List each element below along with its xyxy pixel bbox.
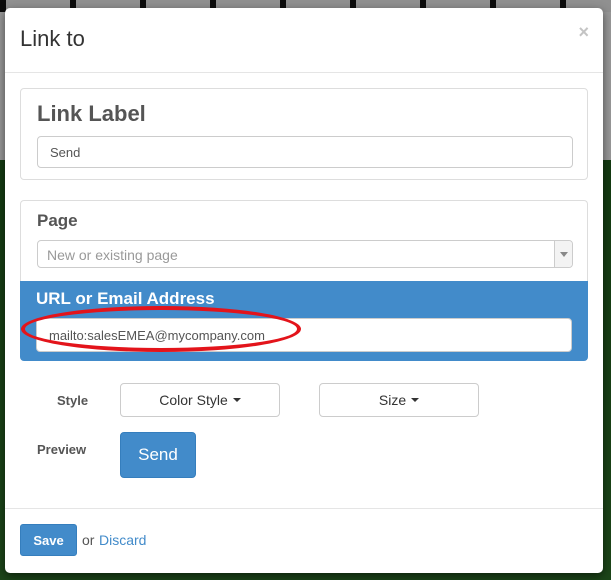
- page-select-placeholder: New or existing page: [47, 247, 178, 263]
- preview-label: Preview: [37, 442, 87, 457]
- link-to-modal: Link to × Link Label Page New or existin…: [5, 8, 603, 573]
- discard-link[interactable]: Discard: [99, 532, 146, 548]
- color-style-dropdown[interactable]: Color Style: [120, 383, 280, 417]
- page-select-toggle[interactable]: [554, 241, 572, 267]
- caret-down-icon: [232, 398, 241, 402]
- link-label-panel: Link Label: [20, 88, 588, 180]
- page-heading: Page: [37, 211, 78, 230]
- modal-header: Link to ×: [5, 8, 603, 73]
- size-label: Size: [378, 392, 407, 408]
- chevron-down-icon: [560, 252, 568, 257]
- url-panel: URL or Email Address: [20, 281, 588, 361]
- url-input[interactable]: [36, 318, 572, 352]
- modal-title: Link to: [20, 26, 85, 51]
- close-icon[interactable]: ×: [578, 22, 589, 43]
- modal-footer: Save or Discard: [5, 508, 603, 574]
- url-heading: URL or Email Address: [36, 289, 215, 308]
- link-label-heading: Link Label: [37, 101, 146, 126]
- size-dropdown[interactable]: Size: [319, 383, 479, 417]
- preview-send-button[interactable]: Send: [120, 432, 196, 478]
- page-select[interactable]: New or existing page: [37, 240, 573, 268]
- caret-down-icon: [411, 398, 420, 402]
- save-button[interactable]: Save: [20, 524, 77, 556]
- page-panel: Page New or existing page: [20, 200, 588, 281]
- link-label-input[interactable]: [37, 136, 573, 168]
- style-label: Style: [57, 393, 89, 408]
- or-text: or: [82, 532, 95, 548]
- color-style-label: Color Style: [159, 392, 228, 408]
